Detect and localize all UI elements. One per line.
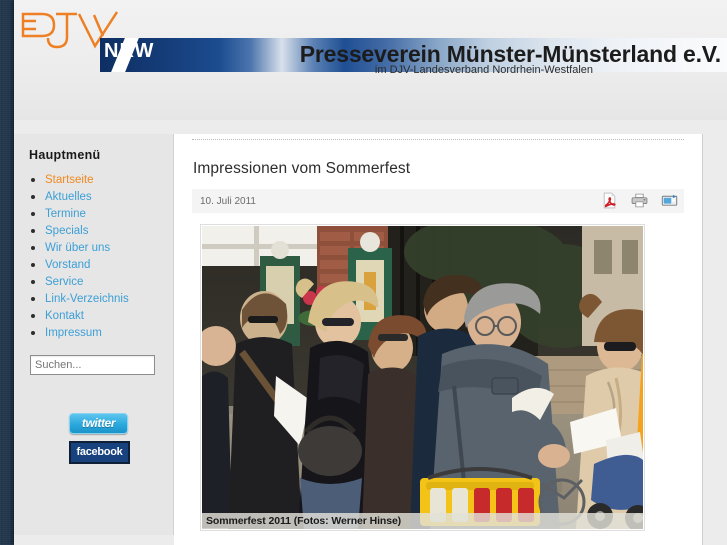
- sidebar-item-label[interactable]: Termine: [45, 208, 86, 220]
- sidebar-item-label[interactable]: Vorstand: [45, 259, 90, 271]
- sidebar-item-kontakt[interactable]: Kontakt: [14, 307, 173, 324]
- sidebar-item-impressum[interactable]: Impressum: [14, 324, 173, 341]
- bullet-icon: [31, 314, 35, 318]
- sidebar-item-termine[interactable]: Termine: [14, 205, 173, 222]
- bullet-icon: [31, 212, 35, 216]
- pdf-icon[interactable]: [601, 192, 618, 209]
- sidebar-item-specials[interactable]: Specials: [14, 222, 173, 239]
- article-meta-bar: 10. Juli 2011: [192, 189, 684, 213]
- twitter-button[interactable]: twitter: [69, 413, 128, 434]
- photo-caption: Sommerfest 2011 (Fotos: Werner Hinse): [202, 513, 643, 529]
- social-links: twitter facebook: [69, 413, 173, 464]
- sidebar-item-label[interactable]: Kontakt: [45, 310, 84, 322]
- site-header: NRW Presseverein Münster-Münsterland e.V…: [14, 0, 727, 120]
- article-photo: Sommerfest 2011 (Fotos: Werner Hinse): [202, 226, 643, 529]
- bullet-icon: [31, 263, 35, 267]
- bullet-icon: [31, 246, 35, 250]
- email-icon[interactable]: [661, 192, 678, 209]
- sidebar-item-aktuelles[interactable]: Aktuelles: [14, 188, 173, 205]
- sidebar-item-label[interactable]: Impressum: [45, 327, 102, 339]
- banner-badge-nrw: NRW: [104, 40, 155, 62]
- site-subtitle: im DJV-Landesverband Nordrhein-Westfalen: [374, 64, 593, 76]
- bullet-icon: [31, 297, 35, 301]
- page-title: Impressionen vom Sommerfest: [193, 160, 411, 177]
- content-column: Impressionen vom Sommerfest 10. Juli 201…: [174, 134, 703, 545]
- content-top-divider: [192, 139, 684, 141]
- article-figure: Sommerfest 2011 (Fotos: Werner Hinse): [200, 224, 645, 531]
- article-tools: [601, 192, 678, 209]
- search-input[interactable]: [30, 355, 155, 375]
- bullet-icon: [31, 331, 35, 335]
- sidebar-item-label[interactable]: Specials: [45, 225, 88, 237]
- sidebar-item-label[interactable]: Wir über uns: [45, 242, 110, 254]
- content-right-gutter: [703, 134, 727, 545]
- bullet-icon: [31, 178, 35, 182]
- bullet-icon: [31, 229, 35, 233]
- sidebar-item-vorstand[interactable]: Vorstand: [14, 256, 173, 273]
- sidebar-item-label[interactable]: Startseite: [45, 174, 94, 186]
- bullet-icon: [31, 195, 35, 199]
- bullet-icon: [31, 280, 35, 284]
- sidebar: Hauptmenü Startseite Aktuelles Termine S…: [14, 134, 174, 535]
- main-menu: Startseite Aktuelles Termine Specials Wi…: [14, 171, 173, 341]
- sidebar-item-startseite[interactable]: Startseite: [14, 171, 173, 188]
- search-box: [30, 355, 173, 375]
- sidebar-item-service[interactable]: Service: [14, 273, 173, 290]
- page-body: Hauptmenü Startseite Aktuelles Termine S…: [14, 134, 727, 545]
- photo-illustration: [202, 226, 643, 529]
- facebook-button[interactable]: facebook: [69, 441, 130, 464]
- sidebar-item-wir-ueber-uns[interactable]: Wir über uns: [14, 239, 173, 256]
- sidebar-heading: Hauptmenü: [29, 148, 101, 162]
- article-date: 10. Juli 2011: [200, 196, 256, 207]
- sidebar-item-link-verzeichnis[interactable]: Link-Verzeichnis: [14, 290, 173, 307]
- print-icon[interactable]: [631, 192, 648, 209]
- site-shell: NRW Presseverein Münster-Münsterland e.V…: [14, 0, 727, 545]
- sidebar-item-label[interactable]: Link-Verzeichnis: [45, 293, 129, 305]
- sidebar-item-label[interactable]: Service: [45, 276, 83, 288]
- sidebar-item-label[interactable]: Aktuelles: [45, 191, 92, 203]
